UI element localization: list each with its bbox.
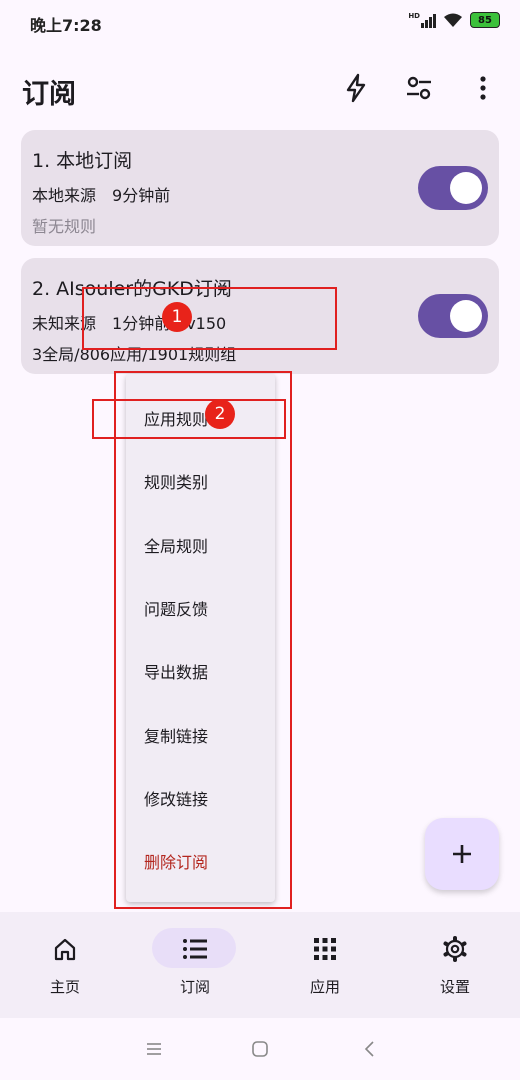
signal-icon: HD xyxy=(408,12,436,28)
apps-grid-icon xyxy=(314,938,336,960)
bottom-navigation: 主页 订阅 应用 设置 xyxy=(0,912,520,1018)
annotation-marker-2: 2 xyxy=(205,399,235,429)
list-icon xyxy=(183,939,207,959)
annotation-box-2 xyxy=(92,399,286,439)
annotation-box-1 xyxy=(82,287,337,350)
toggle-thumb xyxy=(450,172,482,204)
nav-label: 应用 xyxy=(309,978,340,996)
subscription-source: 本地来源 xyxy=(32,186,97,205)
nav-subscriptions[interactable]: 订阅 xyxy=(130,912,260,1018)
subscription-toggle-1[interactable] xyxy=(418,166,488,210)
subscription-rules: 暂无规则 xyxy=(32,217,97,236)
filter-icon xyxy=(407,76,431,100)
subscription-toggle-2[interactable] xyxy=(418,294,488,338)
flash-button[interactable] xyxy=(338,70,374,106)
battery-icon: 85 xyxy=(470,12,500,28)
nav-label: 设置 xyxy=(439,978,470,996)
wifi-icon xyxy=(444,13,462,27)
nav-settings[interactable]: 设置 xyxy=(390,912,520,1018)
toggle-thumb xyxy=(450,300,482,332)
nav-home[interactable]: 主页 xyxy=(0,912,130,1018)
more-vert-icon xyxy=(480,76,486,100)
hd-label: HD xyxy=(408,12,420,20)
page-title: 订阅 xyxy=(22,79,76,110)
home-icon xyxy=(54,938,76,961)
status-icons: HD 85 xyxy=(408,12,500,28)
nav-label: 订阅 xyxy=(179,978,210,996)
home-circle-icon[interactable] xyxy=(249,1038,271,1060)
annotation-marker-1: 1 xyxy=(162,302,192,332)
status-time: 晚上7:28 xyxy=(30,16,102,35)
subscription-time: 9分钟前 xyxy=(112,186,171,205)
gear-icon xyxy=(443,936,467,962)
add-subscription-button[interactable] xyxy=(425,818,499,890)
back-icon[interactable] xyxy=(359,1038,381,1060)
recents-icon[interactable] xyxy=(143,1038,165,1060)
nav-apps[interactable]: 应用 xyxy=(260,912,390,1018)
flash-icon xyxy=(346,73,366,103)
annotation-box-menu xyxy=(114,371,292,909)
subscription-card-1[interactable]: 1. 本地订阅 本地来源 9分钟前 暂无规则 xyxy=(21,130,499,246)
more-button[interactable] xyxy=(465,70,501,106)
filter-button[interactable] xyxy=(401,70,437,106)
subscription-title: 1. 本地订阅 xyxy=(32,150,133,172)
battery-level: 85 xyxy=(478,14,492,26)
app-bar: 订阅 xyxy=(0,60,520,116)
status-bar: 晚上7:28 HD 85 xyxy=(0,0,520,44)
add-icon xyxy=(453,845,471,863)
subscription-meta: 本地来源 9分钟前 xyxy=(32,182,170,206)
nav-label: 主页 xyxy=(49,978,80,996)
system-navigation xyxy=(0,1018,520,1080)
